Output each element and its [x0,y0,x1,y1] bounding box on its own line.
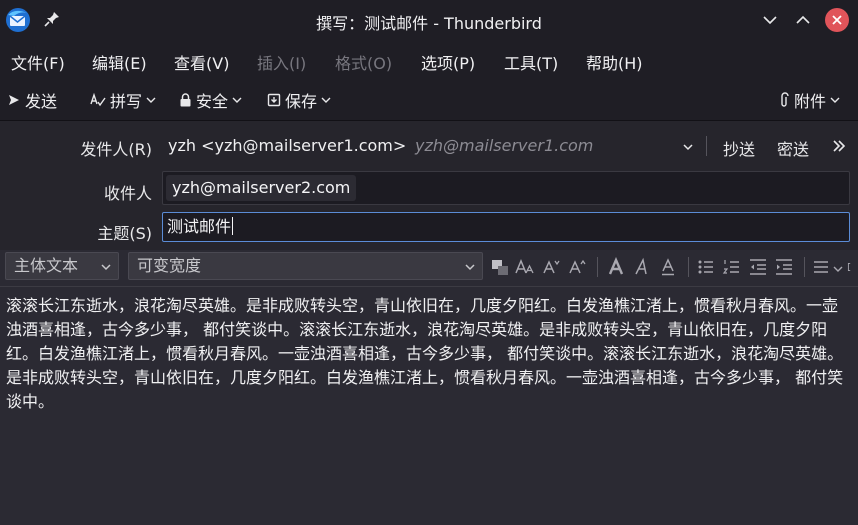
from-select[interactable]: yzh <yzh@mailserver1.com> [168,136,406,155]
from-identity: yzh@mailserver1.com [415,136,594,155]
menu-help[interactable]: 帮助(H) [586,50,643,74]
save-button[interactable]: 保存 [267,88,331,112]
subject-value: 测试邮件 [167,217,232,236]
chevron-down-icon [321,97,331,103]
menu-edit[interactable]: 编辑(E) [92,50,147,74]
font-value: 可变宽度 [137,256,202,275]
send-button[interactable]: 发送 [7,88,57,112]
menu-tools[interactable]: 工具(T) [504,50,558,74]
menu-view[interactable]: 查看(V) [174,50,229,74]
send-label: 发送 [25,92,58,111]
subject-input[interactable]: 测试邮件 [162,212,850,242]
message-body[interactable]: 滚滚长江东逝水，浪花淘尽英雄。是非成败转头空，青山依旧在，几度夕阳红。白发渔樵江… [6,294,852,414]
outdent-icon[interactable] [748,257,768,277]
security-button[interactable]: 安全 [179,88,242,112]
close-button[interactable] [825,8,849,32]
underline-icon[interactable] [658,257,678,277]
align-icon[interactable] [812,257,832,277]
spellcheck-icon [90,92,106,107]
subject-label: 主题(S) [97,224,152,243]
chevron-down-icon [465,264,475,271]
bold-icon[interactable] [606,257,626,277]
font-size-smaller-icon[interactable] [541,257,561,277]
paragraph-format-value: 主体文本 [14,256,79,275]
to-label: 收件人 [103,184,152,203]
save-label: 保存 [285,92,318,111]
divider [706,136,707,156]
more-fields-icon[interactable] [831,138,847,154]
menu-insert[interactable]: 插入(I) [257,50,306,74]
font-size-larger-icon[interactable] [567,257,587,277]
lock-icon [180,93,191,107]
maximize-button[interactable] [791,8,815,32]
attach-label: 附件 [794,92,827,111]
save-icon [267,93,281,107]
text-cursor [232,217,234,235]
numbered-list-icon[interactable] [722,257,742,277]
chevron-down-icon [101,264,111,271]
title-bar: 撰写：测试邮件 - Thunderbird [0,0,858,40]
chevron-down-icon[interactable] [682,141,694,153]
divider [597,257,598,277]
insert-icon[interactable] [846,257,858,277]
indent-icon[interactable] [774,257,794,277]
recipient-pill[interactable]: yzh@mailserver2.com [166,175,357,201]
cc-button[interactable]: 抄送 [723,136,755,160]
attach-button[interactable]: 附件 [780,88,840,112]
spell-button[interactable]: 拼写 [90,88,156,112]
divider [804,257,805,277]
chevron-down-icon [830,97,840,103]
font-size-decrease-icon[interactable] [515,257,535,277]
menu-bar: 文件(F) 编辑(E) 查看(V) 插入(I) 格式(O) 选项(P) 工具(T… [0,40,858,80]
chevron-down-icon [232,97,242,103]
italic-icon[interactable] [632,257,652,277]
paperclip-icon [781,92,789,107]
chevron-down-icon [763,16,777,25]
chevron-down-icon [146,97,156,103]
close-icon [832,15,842,25]
spell-label: 拼写 [110,92,143,111]
paragraph-format-select[interactable]: 主体文本 [5,252,119,280]
window-title: 撰写：测试邮件 - Thunderbird [316,14,542,33]
bullet-list-icon[interactable] [696,257,716,277]
from-label: 发件人(R) [80,140,152,159]
compose-toolbar: 发送 拼写 安全 保存 附件 [0,80,858,121]
divider [688,257,689,277]
minimize-button[interactable] [758,8,782,32]
chevron-up-icon [796,15,810,24]
send-icon [9,95,19,105]
text-color-icon[interactable] [490,257,510,277]
chevron-down-icon[interactable] [833,264,843,274]
menu-format[interactable]: 格式(O) [335,50,392,74]
bcc-button[interactable]: 密送 [777,136,809,160]
security-label: 安全 [196,92,229,111]
font-select[interactable]: 可变宽度 [128,252,483,280]
menu-options[interactable]: 选项(P) [421,50,475,74]
menu-file[interactable]: 文件(F) [11,50,65,74]
